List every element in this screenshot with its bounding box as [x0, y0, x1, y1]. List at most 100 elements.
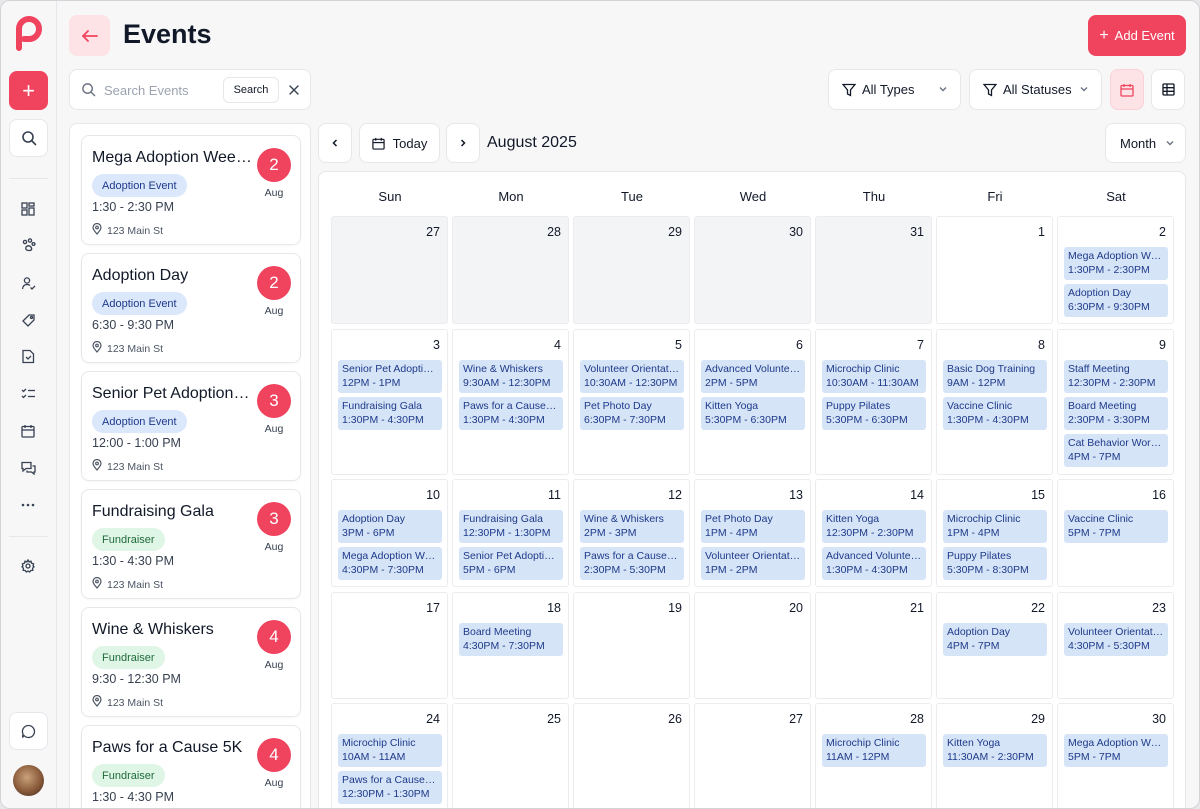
clear-search-button[interactable]: [285, 81, 303, 99]
prev-month-button[interactable]: [318, 123, 352, 163]
calendar-event-chip[interactable]: Mega Adoption Weekend 4:30PM - 7:30PM: [338, 547, 442, 580]
calendar-event-chip[interactable]: Puppy Pilates 5:30PM - 6:30PM: [822, 397, 926, 430]
calendar-day-cell[interactable]: 15 Microchip Clinic 1PM - 4PM Puppy Pilates…: [936, 479, 1053, 587]
app-logo[interactable]: [13, 15, 43, 51]
calendar-day-cell[interactable]: 22 Adoption Day 4PM - 7PM: [936, 592, 1053, 699]
calendar-event-chip[interactable]: Paws for a Cause 5K 2:30PM - 5:30PM: [580, 547, 684, 580]
calendar-day-cell[interactable]: 8 Basic Dog Training 9AM - 12PM Vaccine Cli…: [936, 329, 1053, 475]
calendar-view-toggle[interactable]: [1110, 69, 1144, 110]
calendar-event-chip[interactable]: Microchip Clinic 11AM - 12PM: [822, 734, 926, 767]
calendar-event-chip[interactable]: Kitten Yoga 5:30PM - 6:30PM: [701, 397, 805, 430]
event-card[interactable]: Fundraising Gala Fundraiser 1:30 - 4:30 PM…: [81, 489, 301, 599]
calendar-day-cell[interactable]: 29 Kitten Yoga 11:30AM - 2:30PM: [936, 703, 1053, 808]
calendar-day-cell[interactable]: 6 Advanced Volunteer Training 2PM - 5PM Kit…: [694, 329, 811, 475]
nav-settings[interactable]: [17, 555, 39, 577]
next-month-button[interactable]: [446, 123, 480, 163]
quick-add-button[interactable]: +: [9, 71, 48, 110]
calendar-day-cell[interactable]: 21: [815, 592, 932, 699]
calendar-day-cell[interactable]: 25: [452, 703, 569, 808]
nav-calendar[interactable]: [17, 420, 39, 442]
calendar-event-chip[interactable]: Basic Dog Training 9AM - 12PM: [943, 360, 1047, 393]
calendar-day-cell[interactable]: 24 Microchip Clinic 10AM - 11AM Paws for a …: [331, 703, 448, 808]
calendar-event-chip[interactable]: Advanced Volunteer Training 1:30PM - 4:30…: [822, 547, 926, 580]
calendar-day-cell[interactable]: 30: [694, 216, 811, 324]
calendar-event-chip[interactable]: Puppy Pilates 5:30PM - 8:30PM: [943, 547, 1047, 580]
support-chat-button[interactable]: [9, 712, 48, 750]
calendar-event-chip[interactable]: Fundraising Gala 12:30PM - 1:30PM: [459, 510, 563, 543]
calendar-event-chip[interactable]: Vaccine Clinic 1:30PM - 4:30PM: [943, 397, 1047, 430]
calendar-day-cell[interactable]: 17: [331, 592, 448, 699]
calendar-day-cell[interactable]: 28: [452, 216, 569, 324]
calendar-event-chip[interactable]: Advanced Volunteer Training 2PM - 5PM: [701, 360, 805, 393]
calendar-event-chip[interactable]: Adoption Day 6:30PM - 9:30PM: [1064, 284, 1168, 317]
calendar-day-cell[interactable]: 9 Staff Meeting 12:30PM - 2:30PM Board Meet…: [1057, 329, 1174, 475]
calendar-day-cell[interactable]: 2 Mega Adoption Weekend 1:30PM - 2:30PM Ado…: [1057, 216, 1174, 324]
calendar-event-chip[interactable]: Board Meeting 2:30PM - 3:30PM: [1064, 397, 1168, 430]
calendar-day-cell[interactable]: 20: [694, 592, 811, 699]
calendar-event-chip[interactable]: Adoption Day 3PM - 6PM: [338, 510, 442, 543]
calendar-event-chip[interactable]: Wine & Whiskers 9:30AM - 12:30PM: [459, 360, 563, 393]
calendar-event-chip[interactable]: Volunteer Orientation 4:30PM - 5:30PM: [1064, 623, 1168, 656]
calendar-day-cell[interactable]: 4 Wine & Whiskers 9:30AM - 12:30PM Paws for…: [452, 329, 569, 475]
search-input[interactable]: [104, 80, 216, 100]
nav-applications[interactable]: [17, 345, 39, 367]
nav-dashboard[interactable]: [17, 198, 39, 220]
nav-more[interactable]: [17, 494, 39, 516]
calendar-day-cell[interactable]: 18 Board Meeting 4:30PM - 7:30PM: [452, 592, 569, 699]
nav-tasks[interactable]: [17, 383, 39, 405]
global-search-button[interactable]: [9, 119, 48, 157]
calendar-event-chip[interactable]: Microchip Clinic 10AM - 11AM: [338, 734, 442, 767]
calendar-event-chip[interactable]: Board Meeting 4:30PM - 7:30PM: [459, 623, 563, 656]
calendar-day-cell[interactable]: 27: [331, 216, 448, 324]
calendar-day-cell[interactable]: 7 Microchip Clinic 10:30AM - 11:30AM Puppy …: [815, 329, 932, 475]
calendar-day-cell[interactable]: 27: [694, 703, 811, 808]
calendar-day-cell[interactable]: 30 Mega Adoption Weekend 5PM - 7PM: [1057, 703, 1174, 808]
calendar-event-chip[interactable]: Mega Adoption Weekend 5PM - 7PM: [1064, 734, 1168, 767]
nav-messages[interactable]: [17, 457, 39, 479]
calendar-event-chip[interactable]: Volunteer Orientation 1PM - 2PM: [701, 547, 805, 580]
today-button[interactable]: Today: [359, 123, 440, 163]
event-card[interactable]: Adoption Day Adoption Event 6:30 - 9:30 PM…: [81, 253, 301, 363]
calendar-event-chip[interactable]: Microchip Clinic 10:30AM - 11:30AM: [822, 360, 926, 393]
status-filter-dropdown[interactable]: All Statuses: [969, 69, 1102, 110]
calendar-day-cell[interactable]: 23 Volunteer Orientation 4:30PM - 5:30PM: [1057, 592, 1174, 699]
calendar-event-chip[interactable]: Adoption Day 4PM - 7PM: [943, 623, 1047, 656]
calendar-day-cell[interactable]: 19: [573, 592, 690, 699]
calendar-event-chip[interactable]: Kitten Yoga 12:30PM - 2:30PM: [822, 510, 926, 543]
type-filter-dropdown[interactable]: All Types: [828, 69, 961, 110]
back-button[interactable]: [69, 15, 110, 56]
calendar-day-cell[interactable]: 26: [573, 703, 690, 808]
view-mode-dropdown[interactable]: Month: [1105, 123, 1186, 163]
calendar-event-chip[interactable]: Staff Meeting 12:30PM - 2:30PM: [1064, 360, 1168, 393]
event-card[interactable]: Wine & Whiskers Fundraiser 9:30 - 12:30 PM…: [81, 607, 301, 717]
calendar-day-cell[interactable]: 12 Wine & Whiskers 2PM - 3PM Paws for a Cau…: [573, 479, 690, 587]
calendar-event-chip[interactable]: Fundraising Gala 1:30PM - 4:30PM: [338, 397, 442, 430]
calendar-event-chip[interactable]: Volunteer Orientation 10:30AM - 12:30PM: [580, 360, 684, 393]
calendar-event-chip[interactable]: Cat Behavior Workshop 4PM - 7PM: [1064, 434, 1168, 467]
event-card[interactable]: Senior Pet Adoption Day Adoption Event 12:…: [81, 371, 301, 481]
calendar-day-cell[interactable]: 5 Volunteer Orientation 10:30AM - 12:30PM P…: [573, 329, 690, 475]
event-card[interactable]: Paws for a Cause 5K Fundraiser 1:30 - 4:30…: [81, 725, 301, 808]
add-event-button[interactable]: + Add Event: [1088, 15, 1186, 56]
event-card[interactable]: Mega Adoption Weekend Adoption Event 1:30 …: [81, 135, 301, 245]
search-button[interactable]: Search: [223, 77, 279, 103]
calendar-event-chip[interactable]: Pet Photo Day 6:30PM - 7:30PM: [580, 397, 684, 430]
calendar-day-cell[interactable]: 31: [815, 216, 932, 324]
calendar-day-cell[interactable]: 28 Microchip Clinic 11AM - 12PM: [815, 703, 932, 808]
calendar-day-cell[interactable]: 11 Fundraising Gala 12:30PM - 1:30PM Senior…: [452, 479, 569, 587]
calendar-event-chip[interactable]: Paws for a Cause 5K 1:30PM - 4:30PM: [459, 397, 563, 430]
calendar-event-chip[interactable]: Vaccine Clinic 5PM - 7PM: [1064, 510, 1168, 543]
calendar-event-chip[interactable]: Mega Adoption Weekend 1:30PM - 2:30PM: [1064, 247, 1168, 280]
calendar-event-chip[interactable]: Wine & Whiskers 2PM - 3PM: [580, 510, 684, 543]
nav-people[interactable]: [17, 272, 39, 294]
calendar-day-cell[interactable]: 1: [936, 216, 1053, 324]
calendar-event-chip[interactable]: Pet Photo Day 1PM - 4PM: [701, 510, 805, 543]
calendar-event-chip[interactable]: Kitten Yoga 11:30AM - 2:30PM: [943, 734, 1047, 767]
nav-animals[interactable]: [17, 234, 39, 256]
user-avatar[interactable]: [13, 765, 44, 796]
calendar-event-chip[interactable]: Microchip Clinic 1PM - 4PM: [943, 510, 1047, 543]
nav-donations[interactable]: [17, 309, 39, 331]
calendar-day-cell[interactable]: 13 Pet Photo Day 1PM - 4PM Volunteer Orient…: [694, 479, 811, 587]
calendar-event-chip[interactable]: Paws for a Cause 5K 12:30PM - 1:30PM: [338, 771, 442, 804]
table-view-toggle[interactable]: [1151, 69, 1185, 110]
